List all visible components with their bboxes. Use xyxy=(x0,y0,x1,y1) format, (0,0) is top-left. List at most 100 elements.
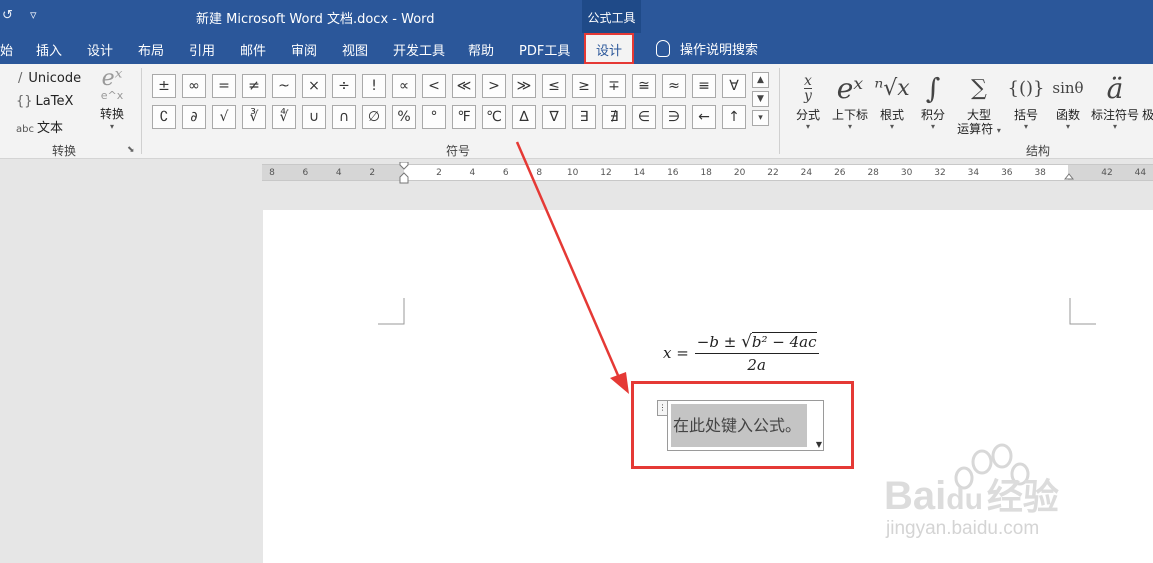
latex-option[interactable]: {} LaTeX xyxy=(16,94,73,109)
fraction-button[interactable]: xy 分式 ▾ xyxy=(794,68,822,132)
bracket-button[interactable]: {()} 括号 ▾ xyxy=(1007,68,1045,132)
symbol-button[interactable]: ~ xyxy=(272,74,296,98)
tab-review[interactable]: 审阅 xyxy=(291,40,317,59)
symbol-button[interactable]: ∋ xyxy=(662,105,686,129)
equation-placeholder[interactable]: ⋮ 在此处键入公式。 ▼ xyxy=(657,400,824,451)
ruler-tick-label: 12 xyxy=(600,168,612,178)
horizontal-ruler[interactable]: 8 6 4 2 2 4 6 8 10 12 14 16 18 20 22 24 26 28 30 32 34 36 38 42… xyxy=(262,162,1153,184)
symbol-button[interactable]: ∇ xyxy=(542,105,566,129)
accent-button[interactable]: ä 标注符号 ▾ xyxy=(1090,68,1140,132)
symbol-button[interactable]: % xyxy=(392,105,416,129)
margin-corner-mark xyxy=(378,298,405,325)
ruler-tick-label: 14 xyxy=(633,168,646,178)
convert-label: 转换 xyxy=(99,107,124,121)
symbols-more-button[interactable]: ▾ xyxy=(752,110,769,126)
symbol-button[interactable]: ∂ xyxy=(182,105,206,129)
symbol-button[interactable]: = xyxy=(212,74,236,98)
symbol-button[interactable]: ∅ xyxy=(362,105,386,129)
symbol-button[interactable]: ∁ xyxy=(152,105,176,129)
symbol-button[interactable]: ∪ xyxy=(302,105,326,129)
symbol-button[interactable]: ∀ xyxy=(722,74,746,98)
chevron-down-icon: ▾ xyxy=(109,122,114,131)
symbol-button[interactable]: ≡ xyxy=(692,74,716,98)
tab-developer[interactable]: 开发工具 xyxy=(393,40,445,59)
formula-lhs: x = xyxy=(663,344,689,362)
symbol-button[interactable]: ± xyxy=(152,74,176,98)
radical-icon: ⁿ√x xyxy=(874,75,910,101)
fraction-icon: xy xyxy=(804,72,812,104)
integral-button[interactable]: ∫ 积分 ▾ xyxy=(918,68,948,132)
right-indent-marker-icon[interactable] xyxy=(1064,170,1074,180)
unicode-option[interactable]: / Unicode xyxy=(18,71,81,86)
symbols-scroll-up-button[interactable]: ▲ xyxy=(752,72,769,88)
tab-pdf-tools[interactable]: PDF工具 xyxy=(519,40,570,59)
dialog-launcher-icon[interactable]: ⬊ xyxy=(127,145,135,155)
function-button[interactable]: sinθ 函数 ▾ xyxy=(1050,68,1086,131)
tab-layout[interactable]: 布局 xyxy=(138,40,164,59)
tab-equation-design[interactable]: 设计 xyxy=(584,33,635,64)
text-option[interactable]: abc 文本 xyxy=(16,117,63,136)
symbol-button[interactable]: > xyxy=(482,74,506,98)
symbol-button[interactable]: ∃ xyxy=(572,105,596,129)
symbol-button[interactable]: ∆ xyxy=(512,105,536,129)
symbol-button[interactable]: ! xyxy=(362,74,386,98)
tab-mailings[interactable]: 邮件 xyxy=(240,40,266,59)
symbol-button[interactable]: ∛ xyxy=(242,105,266,129)
symbol-button[interactable]: ≫ xyxy=(512,74,536,98)
tab-insert[interactable]: 插入 xyxy=(36,40,62,59)
equation-placeholder-text[interactable]: 在此处键入公式。 xyxy=(671,404,807,447)
quadratic-formula[interactable]: x = −b ± √b² − 4ac 2a xyxy=(663,332,819,374)
radical-button[interactable]: ⁿ√x 根式 ▾ xyxy=(874,68,910,132)
ruler-tick-label: 6 xyxy=(502,168,509,178)
tab-home[interactable]: 始 xyxy=(0,40,13,59)
symbol-button[interactable]: × xyxy=(302,74,326,98)
radical-label: 根式 xyxy=(879,108,904,122)
symbol-button[interactable]: ° xyxy=(422,105,446,129)
limit-button[interactable]: 极 xyxy=(1142,68,1153,122)
tab-design[interactable]: 设计 xyxy=(87,40,113,59)
tab-references[interactable]: 引用 xyxy=(189,40,215,59)
bracket-icon: {()} xyxy=(1007,77,1045,99)
tell-me-search[interactable]: 操作说明搜索 xyxy=(656,39,758,58)
equation-handle-icon[interactable]: ⋮ xyxy=(657,400,668,416)
tab-help[interactable]: 帮助 xyxy=(468,40,494,59)
symbol-button[interactable]: ↑ xyxy=(722,105,746,129)
symbol-button[interactable]: ← xyxy=(692,105,716,129)
text-label: 文本 xyxy=(36,121,63,136)
ruler-tick-label: 16 xyxy=(667,168,679,178)
symbol-button[interactable]: ≤ xyxy=(542,74,566,98)
symbol-button[interactable]: ∞ xyxy=(182,74,206,98)
symbol-button[interactable]: √ xyxy=(212,105,236,129)
symbol-button[interactable]: ∄ xyxy=(602,105,626,129)
symbol-button[interactable]: ℃ xyxy=(482,105,506,129)
equation-options-dropdown-icon[interactable]: ▼ xyxy=(816,440,822,449)
symbols-scroll-down-button[interactable]: ▼ xyxy=(752,91,769,107)
script-button[interactable]: eˣ 上下标 ▾ xyxy=(830,68,870,132)
customize-quick-access-icon[interactable]: ▿ xyxy=(30,8,37,23)
symbol-button[interactable]: ≈ xyxy=(662,74,686,98)
chevron-down-icon: ▾ xyxy=(847,122,852,131)
symbol-button[interactable]: ℉ xyxy=(452,105,476,129)
symbol-button[interactable]: ∓ xyxy=(602,74,626,98)
symbol-button[interactable]: ∩ xyxy=(332,105,356,129)
large-operator-label-2-text: 运算符 xyxy=(957,122,994,136)
chevron-down-icon: ▾ xyxy=(1023,122,1028,131)
symbol-button[interactable]: ∜ xyxy=(272,105,296,129)
symbol-button[interactable]: ∈ xyxy=(632,105,656,129)
symbol-button[interactable]: ÷ xyxy=(332,74,356,98)
symbol-button[interactable]: < xyxy=(422,74,446,98)
symbol-button[interactable]: ≅ xyxy=(632,74,656,98)
watermark-brand-bai: Bai xyxy=(884,474,947,518)
ruler-tick-label: 28 xyxy=(867,168,879,178)
symbol-button[interactable]: ≠ xyxy=(242,74,266,98)
symbol-button[interactable]: ≥ xyxy=(572,74,596,98)
symbol-button[interactable]: ∝ xyxy=(392,74,416,98)
script-icon: eˣ xyxy=(836,71,864,105)
convert-button[interactable]: eˣ e^x 转换 ▾ xyxy=(94,68,130,132)
large-operator-button[interactable]: ∑ 大型 运算符 ▾ xyxy=(954,68,1004,138)
watermark-brand-cn: 经验 xyxy=(986,476,1059,517)
tab-view[interactable]: 视图 xyxy=(342,40,368,59)
undo-icon[interactable]: ↺ xyxy=(2,8,13,23)
symbol-button[interactable]: ≪ xyxy=(452,74,476,98)
indent-marker-icon[interactable] xyxy=(399,162,409,184)
